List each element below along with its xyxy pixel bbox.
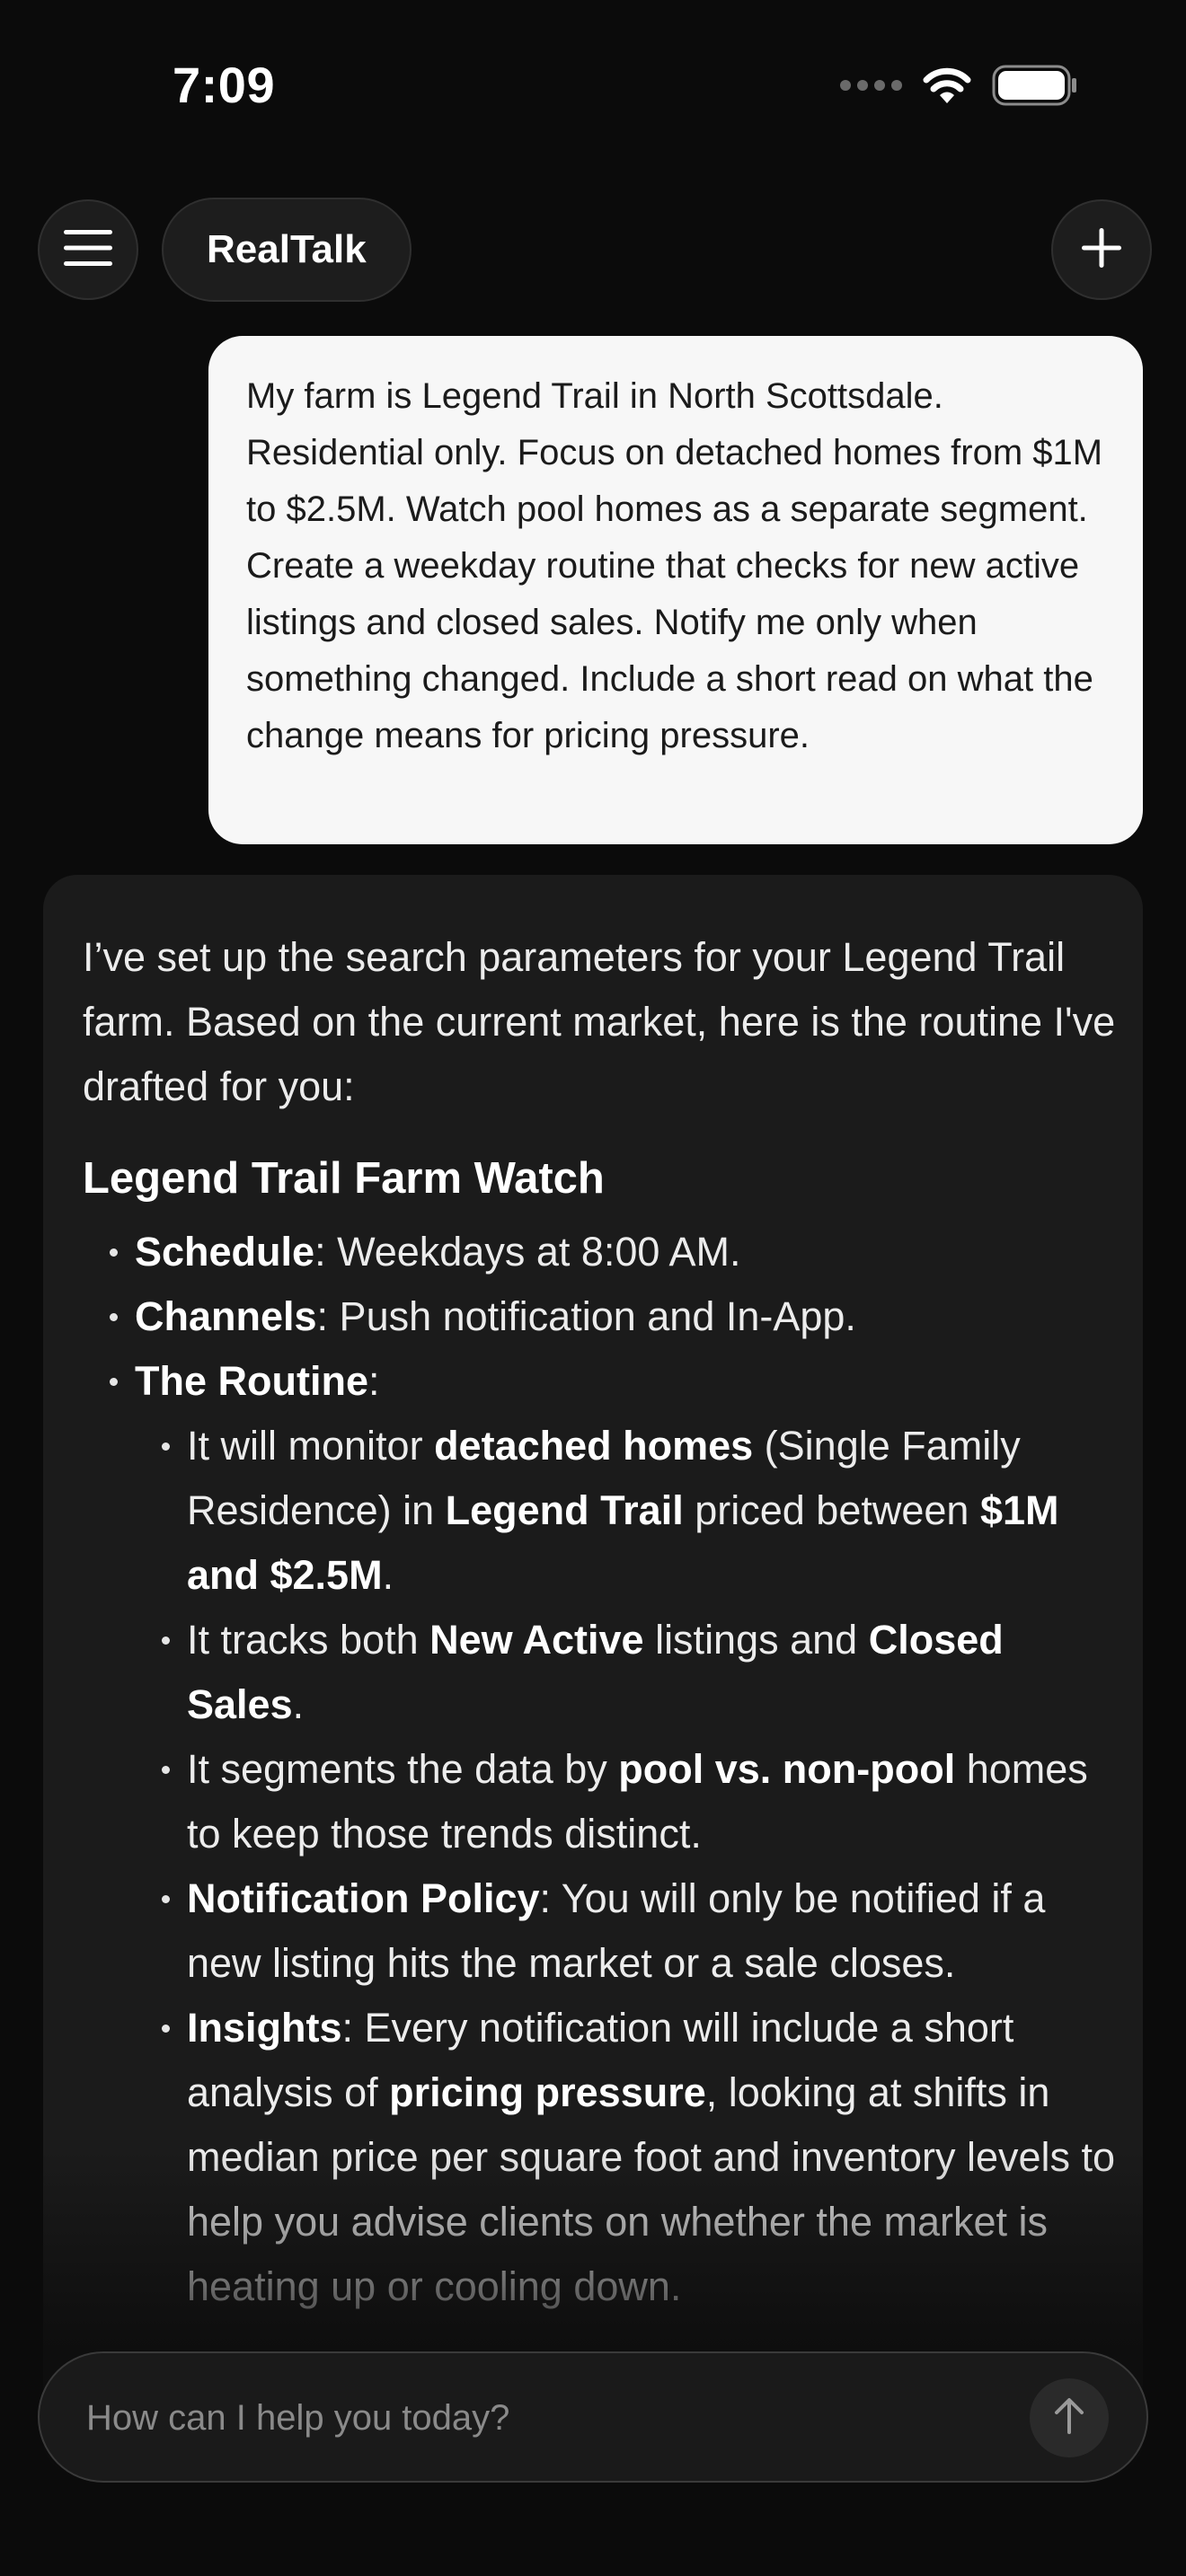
list-item: It will monitor detached homes (Single F… — [162, 1414, 1116, 1608]
wifi-icon — [922, 66, 972, 105]
schedule-text: : Weekdays at 8:00 AM. — [314, 1229, 741, 1275]
bold-text: detached homes — [434, 1423, 754, 1469]
schedule-label: Schedule — [135, 1229, 315, 1275]
assistant-message-card: I’ve set up the search parameters for yo… — [43, 875, 1143, 2474]
text: . — [382, 1552, 394, 1598]
battery-icon — [992, 65, 1078, 106]
channels-text: : Push notification and In-App. — [316, 1293, 856, 1339]
list-item: Notification Policy: You will only be no… — [162, 1866, 1116, 1996]
status-time: 7:09 — [173, 57, 276, 113]
user-message-bubble: My farm is Legend Trail in North Scottsd… — [208, 336, 1143, 844]
menu-button[interactable] — [38, 199, 138, 300]
list-item-schedule: Schedule: Weekdays at 8:00 AM. — [110, 1220, 1116, 1284]
text: listings and — [643, 1617, 869, 1663]
bold-text: Insights — [187, 2005, 342, 2051]
routine-heading: Legend Trail Farm Watch — [83, 1154, 605, 1203]
send-button[interactable] — [1030, 2378, 1109, 2457]
message-input[interactable] — [84, 2353, 987, 2483]
user-message-text: My farm is Legend Trail in North Scottsd… — [246, 376, 1103, 755]
plus-icon — [1079, 225, 1124, 275]
text: . — [292, 1681, 305, 1727]
text: It tracks both — [187, 1617, 430, 1663]
status-indicators — [840, 63, 1078, 108]
new-chat-button[interactable] — [1051, 199, 1152, 300]
hamburger-icon — [62, 227, 114, 273]
cellular-signal-icon — [840, 80, 902, 91]
bold-text: pool vs. non-pool — [618, 1746, 956, 1792]
routine-label-suffix: : — [367, 1358, 380, 1404]
arrow-up-icon — [1051, 2396, 1087, 2440]
bold-text: pricing pressure — [389, 2069, 706, 2115]
assistant-message-content: I’ve set up the search parameters for yo… — [83, 925, 1116, 2319]
list-item-channels: Channels: Push notification and In-App. — [110, 1284, 1116, 1349]
bold-text: Notification Policy — [187, 1875, 540, 1921]
bold-text: Legend Trail — [445, 1487, 684, 1533]
list-item: It tracks both New Active listings and C… — [162, 1608, 1116, 1737]
text: It segments the data by — [187, 1746, 619, 1792]
message-composer — [38, 2351, 1148, 2483]
routine-label: The Routine — [135, 1358, 368, 1404]
app-title-button[interactable]: RealTalk — [162, 198, 412, 302]
bold-text: New Active — [429, 1617, 644, 1663]
channels-label: Channels — [135, 1293, 317, 1339]
list-item: It segments the data by pool vs. non-poo… — [162, 1737, 1116, 1866]
assistant-intro: I’ve set up the search parameters for yo… — [83, 934, 1116, 1109]
text: It will monitor — [187, 1423, 435, 1469]
text: priced between — [683, 1487, 980, 1533]
